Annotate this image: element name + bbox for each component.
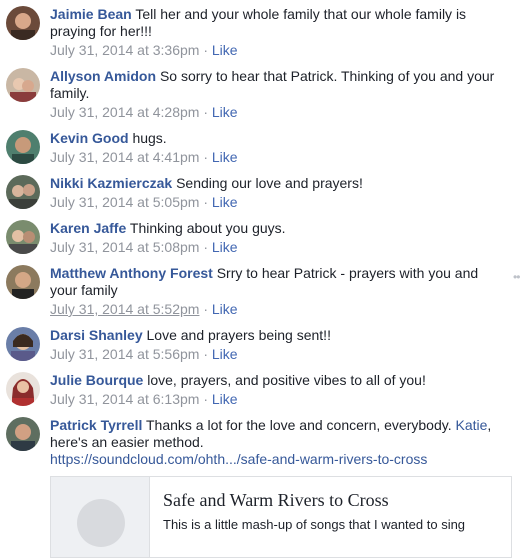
comment-meta: July 31, 2014 at 5:05pm · Like — [50, 194, 238, 210]
avatar[interactable] — [6, 220, 40, 254]
like-link[interactable]: Like — [212, 346, 238, 362]
comment-text: Allyson Amidon So sorry to hear that Pat… — [50, 68, 495, 101]
comment-text: Kevin Good hugs. — [50, 130, 167, 146]
link-thumbnail — [51, 477, 150, 557]
comment-meta: July 31, 2014 at 5:08pm · Like — [50, 239, 238, 255]
comment-meta: July 31, 2014 at 3:36pm · Like — [50, 42, 238, 58]
avatar[interactable] — [6, 265, 40, 299]
avatar[interactable] — [6, 372, 40, 406]
comment-meta: July 31, 2014 at 4:28pm · Like — [50, 104, 238, 120]
comment-author[interactable]: Jaimie Bean — [50, 6, 132, 22]
comment-author[interactable]: Matthew Anthony Forest — [50, 265, 213, 281]
comment-timestamp[interactable]: July 31, 2014 at 3:36pm — [50, 42, 199, 58]
avatar[interactable] — [6, 130, 40, 164]
like-link[interactable]: Like — [212, 149, 238, 165]
link-preview-card[interactable]: Safe and Warm Rivers to Cross This is a … — [50, 476, 512, 558]
comment-timestamp[interactable]: July 31, 2014 at 5:08pm — [50, 239, 199, 255]
comment-text: Nikki Kazmierczak Sending our love and p… — [50, 175, 363, 191]
comment-author[interactable]: Karen Jaffe — [50, 220, 126, 236]
comment-timestamp[interactable]: July 31, 2014 at 4:28pm — [50, 104, 199, 120]
comment-text: Darsi Shanley Love and prayers being sen… — [50, 327, 331, 343]
avatar[interactable] — [6, 417, 40, 451]
comment-timestamp[interactable]: July 31, 2014 at 5:52pm — [50, 301, 199, 317]
comment-timestamp[interactable]: July 31, 2014 at 4:41pm — [50, 149, 199, 165]
comment-author[interactable]: Allyson Amidon — [50, 68, 156, 84]
like-link[interactable]: Like — [212, 391, 238, 407]
mention-link[interactable]: Katie — [455, 417, 487, 433]
like-link[interactable]: Like — [212, 42, 238, 58]
comment-author[interactable]: Nikki Kazmierczak — [50, 175, 172, 191]
link-description: This is a little mash-up of songs that I… — [163, 517, 466, 532]
comment-text: Jaimie Bean Tell her and your whole fami… — [50, 6, 467, 39]
comment-meta: July 31, 2014 at 4:41pm · Like — [50, 149, 238, 165]
avatar[interactable] — [6, 6, 40, 40]
avatar[interactable] — [6, 327, 40, 361]
comment-text: Julie Bourque love, prayers, and positiv… — [50, 372, 426, 388]
comment-options-icon[interactable]: •• — [513, 270, 520, 284]
like-link[interactable]: Like — [212, 194, 238, 210]
comment-text: Patrick Tyrrell Thanks a lot for the lov… — [50, 417, 492, 450]
comment-author[interactable]: Kevin Good — [50, 130, 129, 146]
comment-meta: July 31, 2014 at 5:52pm · Like — [50, 301, 238, 317]
avatar[interactable] — [6, 175, 40, 209]
comment-text: Karen Jaffe Thinking about you guys. — [50, 220, 286, 236]
comment-timestamp[interactable]: July 31, 2014 at 5:56pm — [50, 346, 199, 362]
comment-timestamp[interactable]: July 31, 2014 at 5:05pm — [50, 194, 199, 210]
like-link[interactable]: Like — [212, 301, 238, 317]
comment-author[interactable]: Patrick Tyrrell — [50, 417, 142, 433]
url-link[interactable]: https://soundcloud.com/ohth.../safe-and-… — [50, 451, 427, 467]
comment-timestamp[interactable]: July 31, 2014 at 6:13pm — [50, 391, 199, 407]
comment-author[interactable]: Julie Bourque — [50, 372, 143, 388]
comment-meta: July 31, 2014 at 5:56pm · Like — [50, 346, 238, 362]
comment-meta: July 31, 2014 at 6:13pm · Like — [50, 391, 238, 407]
comment-author[interactable]: Darsi Shanley — [50, 327, 143, 343]
like-link[interactable]: Like — [212, 239, 238, 255]
comment-text: Matthew Anthony Forest Srry to hear Patr… — [50, 265, 479, 298]
like-link[interactable]: Like — [212, 104, 238, 120]
link-title[interactable]: Safe and Warm Rivers to Cross — [163, 490, 389, 511]
avatar[interactable] — [6, 68, 40, 102]
